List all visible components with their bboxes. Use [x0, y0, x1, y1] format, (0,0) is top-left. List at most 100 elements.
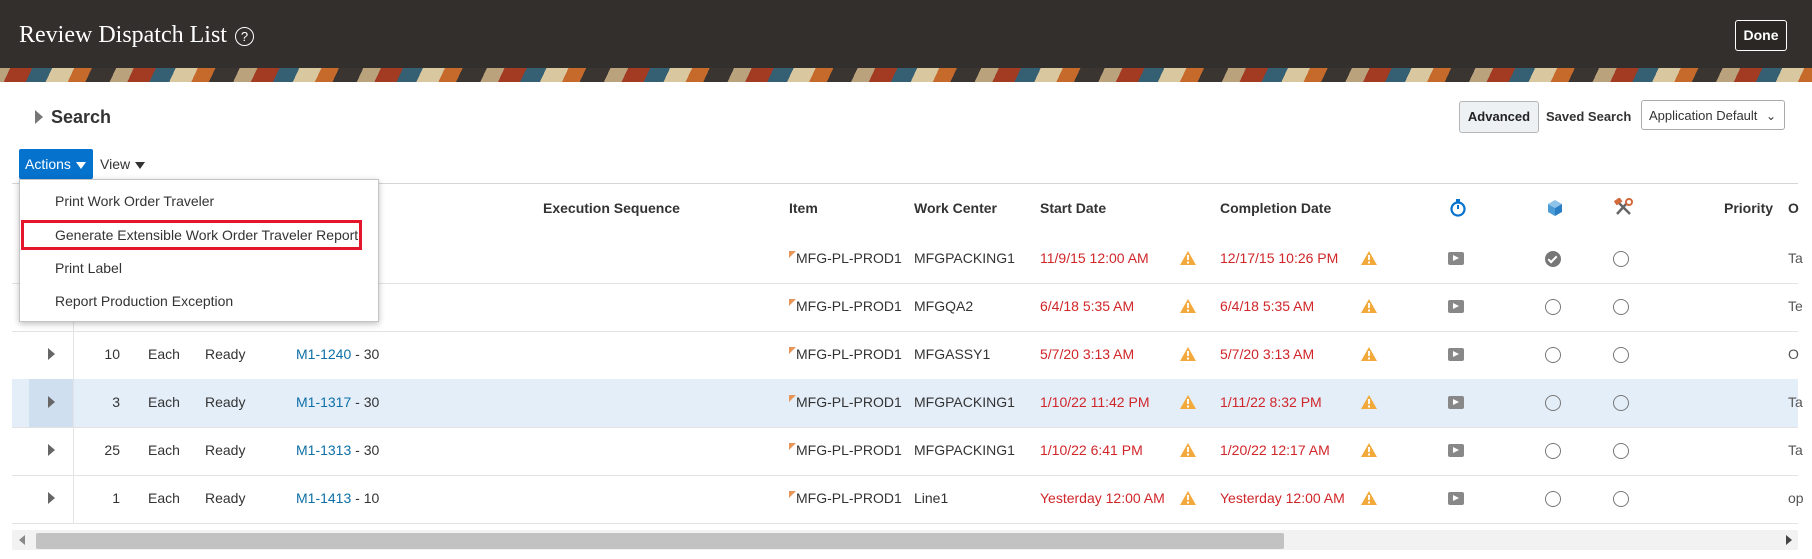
- item-flag-icon: [789, 491, 796, 498]
- cube-icon[interactable]: [1546, 198, 1564, 218]
- warning-icon: [1179, 298, 1197, 314]
- menu-item-print-work-order-traveler[interactable]: Print Work Order Traveler: [55, 193, 214, 209]
- saved-search-select[interactable]: Application Default ⌄: [1641, 100, 1785, 130]
- checked-circle-icon: [1545, 251, 1561, 267]
- menu-item-report-production-exception[interactable]: Report Production Exception: [55, 293, 233, 309]
- start-date-cell: Yesterday 12:00 AM: [1040, 490, 1165, 506]
- empty-circle-icon: [1545, 347, 1561, 363]
- actions-menu-button[interactable]: Actions: [19, 149, 93, 179]
- work-center-cell: MFGASSY1: [914, 346, 991, 362]
- truncated-cell: op: [1788, 490, 1804, 506]
- table-row[interactable]: 10 Each Ready M1-1240 - 30 MFG-PL-PROD1 MFGAS…: [12, 331, 1799, 380]
- play-icon[interactable]: [1448, 444, 1464, 457]
- uom-cell: Each: [148, 442, 180, 458]
- view-label: View: [100, 156, 131, 172]
- play-icon[interactable]: [1448, 300, 1464, 313]
- item-cell: MFG-PL-PROD1: [796, 346, 902, 362]
- dropdown-arrow-icon: [135, 161, 146, 169]
- search-expand-icon[interactable]: [35, 110, 43, 124]
- column-header-work-center[interactable]: Work Center: [914, 200, 997, 216]
- work-center-cell: MFGPACKING1: [914, 394, 1015, 410]
- expand-row-icon[interactable]: [48, 444, 55, 456]
- scroll-left-arrow-icon[interactable]: [19, 535, 25, 545]
- item-cell: MFG-PL-PROD1: [796, 442, 902, 458]
- column-header-execution-sequence[interactable]: Execution Sequence: [543, 200, 680, 216]
- start-date-cell: 11/9/15 12:00 AM: [1040, 250, 1149, 266]
- work-center-cell: MFGPACKING1: [914, 250, 1015, 266]
- row-disclosure[interactable]: [29, 475, 74, 523]
- warning-icon: [1360, 250, 1378, 266]
- expand-row-icon[interactable]: [48, 348, 55, 360]
- search-section-label[interactable]: Search: [51, 107, 111, 128]
- empty-circle-icon: [1613, 299, 1629, 315]
- table-row[interactable]: 1 Each Ready M1-1413 - 10 MFG-PL-PROD1 Line1 Y…: [12, 475, 1804, 524]
- column-header-truncated[interactable]: O: [1788, 200, 1799, 216]
- quantity-cell: 10: [104, 346, 120, 362]
- menu-item-print-label[interactable]: Print Label: [55, 260, 122, 276]
- quantity-cell: 25: [104, 442, 120, 458]
- warning-icon: [1360, 490, 1378, 506]
- table-row[interactable]: 25 Each Ready M1-1313 - 30 MFG-PL-PROD1 MFGPA…: [12, 427, 1803, 476]
- tools-icon[interactable]: [1614, 198, 1634, 216]
- play-icon[interactable]: [1448, 492, 1464, 505]
- empty-circle-icon: [1613, 251, 1629, 267]
- scrollbar-thumb[interactable]: [36, 533, 1284, 549]
- saved-search-value: Application Default: [1649, 108, 1758, 123]
- dropdown-arrow-icon: [75, 161, 86, 169]
- item-flag-icon: [789, 299, 796, 306]
- play-icon[interactable]: [1448, 396, 1464, 409]
- empty-circle-icon: [1545, 395, 1561, 411]
- column-header-priority[interactable]: Priority: [1724, 200, 1773, 216]
- row-disclosure[interactable]: [29, 427, 74, 475]
- completion-date-cell: Yesterday 12:00 AM: [1220, 490, 1345, 506]
- work-order-link[interactable]: M1-1240: [296, 346, 351, 362]
- column-header-completion-date[interactable]: Completion Date: [1220, 200, 1331, 216]
- row-disclosure[interactable]: [29, 379, 74, 427]
- truncated-cell: Ta: [1788, 442, 1803, 458]
- completion-date-cell: 12/17/15 10:26 PM: [1220, 250, 1339, 266]
- warning-icon: [1360, 298, 1378, 314]
- expand-row-icon[interactable]: [48, 492, 55, 504]
- work-center-cell: Line1: [914, 490, 949, 506]
- chevron-down-icon: ⌄: [1765, 109, 1776, 123]
- help-icon[interactable]: ?: [235, 27, 254, 46]
- play-icon[interactable]: [1448, 348, 1464, 361]
- uom-cell: Each: [148, 346, 180, 362]
- done-button[interactable]: Done: [1735, 20, 1787, 51]
- work-order-link[interactable]: M1-1413: [296, 490, 351, 506]
- column-header-item[interactable]: Item: [789, 200, 818, 216]
- play-icon[interactable]: [1448, 252, 1464, 265]
- view-menu-button[interactable]: View: [100, 149, 146, 179]
- empty-circle-icon: [1613, 443, 1629, 459]
- saved-search-label: Saved Search: [1546, 109, 1632, 124]
- item-flag-icon: [789, 443, 796, 450]
- warning-icon: [1179, 250, 1197, 266]
- header-bar: [0, 0, 1812, 68]
- item-cell: MFG-PL-PROD1: [796, 394, 902, 410]
- uom-cell: Each: [148, 394, 180, 410]
- horizontal-scrollbar[interactable]: [12, 530, 1798, 550]
- item-cell: MFG-PL-PROD1: [796, 298, 902, 314]
- quantity-cell: 1: [112, 490, 120, 506]
- status-cell: Ready: [205, 442, 246, 458]
- work-order-link[interactable]: M1-1313: [296, 442, 351, 458]
- table-row[interactable]: 3 Each Ready M1-1317 - 30 MFG-PL-PROD1 MFGPAC…: [12, 379, 1803, 428]
- scroll-right-arrow-icon[interactable]: [1786, 535, 1792, 545]
- item-cell: MFG-PL-PROD1: [796, 490, 902, 506]
- menu-item-highlight: [21, 220, 362, 250]
- timer-icon[interactable]: [1448, 198, 1468, 218]
- truncated-cell: Ta: [1788, 394, 1803, 410]
- status-cell: Ready: [205, 346, 246, 362]
- start-date-cell: 5/7/20 3:13 AM: [1040, 346, 1135, 362]
- actions-dropdown-menu: Print Work Order Traveler Generate Exten…: [19, 179, 379, 322]
- completion-date-cell: 1/11/22 8:32 PM: [1220, 394, 1322, 410]
- empty-circle-icon: [1613, 347, 1629, 363]
- advanced-search-button[interactable]: Advanced: [1459, 101, 1539, 133]
- work-order-link[interactable]: M1-1317: [296, 394, 351, 410]
- column-header-start-date[interactable]: Start Date: [1040, 200, 1106, 216]
- empty-circle-icon: [1545, 299, 1561, 315]
- warning-icon: [1179, 346, 1197, 362]
- expand-row-icon[interactable]: [48, 396, 55, 408]
- item-flag-icon: [789, 251, 796, 258]
- row-disclosure[interactable]: [29, 331, 74, 379]
